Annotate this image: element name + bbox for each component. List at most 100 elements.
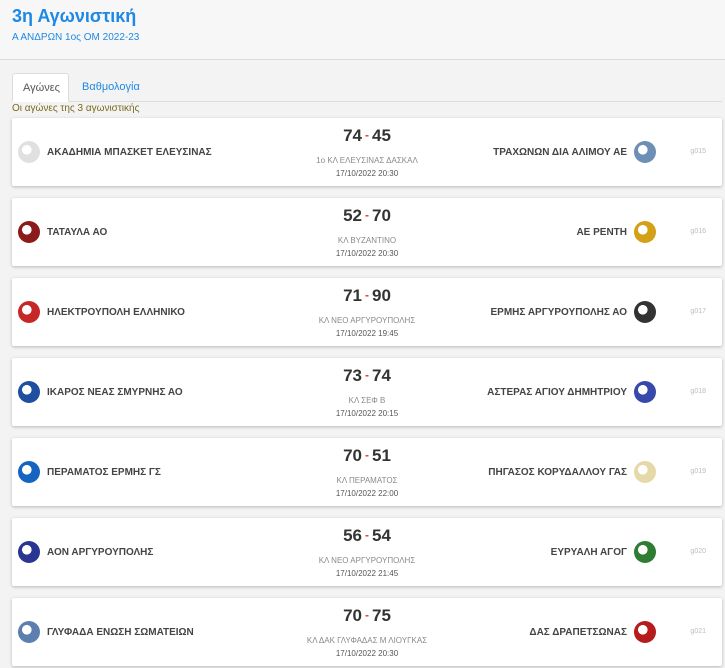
- match-datetime: 17/10/2022 19:45: [335, 329, 399, 338]
- home-score: 70: [343, 446, 362, 465]
- match-code: g020: [690, 548, 706, 555]
- away-team-logo-icon: [634, 381, 656, 403]
- home-team-logo-icon: [18, 381, 40, 403]
- home-team-name: ΑΚΑΔΗΜΙΑ ΜΠΑΣΚΕΤ ΕΛΕΥΣΙΝΑΣ: [47, 146, 212, 158]
- home-team-name: ΑΟΝ ΑΡΓΥΡΟΥΠΟΛΗΣ: [47, 546, 154, 558]
- match-datetime: 17/10/2022 20:30: [335, 169, 399, 178]
- away-team-name: ΑΕ ΡΕΝΤΗ: [576, 226, 627, 238]
- away-score: 70: [372, 206, 391, 225]
- away-team[interactable]: ΑΕ ΡΕΝΤΗ: [576, 198, 656, 266]
- match-card[interactable]: ΗΛΕΚΤΡΟΥΠΟΛΗ ΕΛΛΗΝΙΚΟ 71-90 ΚΛ ΝΕΟ ΑΡΓΥΡΟΥ…: [12, 278, 722, 346]
- away-team-name: ΕΥΡΥΑΛΗ ΑΓΟΓ: [550, 546, 627, 558]
- tab-matches[interactable]: Αγώνες: [12, 73, 69, 102]
- score-separator: -: [365, 608, 369, 622]
- away-team-logo-icon: [634, 221, 656, 243]
- home-score: 73: [343, 366, 362, 385]
- page-title: 3η Αγωνιστική: [12, 6, 137, 26]
- page-header: 3η Αγωνιστική Α ΑΝΔΡΩΝ 1ος ΟΜ 2022-23: [0, 0, 725, 60]
- match-datetime: 17/10/2022 21:45: [335, 569, 399, 578]
- match-venue: ΚΛ ΝΕΟ ΑΡΓΥΡΟΥΠΟΛΗΣ: [318, 316, 416, 325]
- match-card[interactable]: ΠΕΡΑΜΑΤΟΣ ΕΡΜΗΣ ΓΣ 70-51 ΚΛ ΠΕΡΑΜΑΤΟΣ 17/10…: [12, 438, 722, 506]
- match-score: 52-70: [267, 206, 467, 226]
- home-team-name: ΠΕΡΑΜΑΤΟΣ ΕΡΜΗΣ ΓΣ: [47, 466, 161, 478]
- match-card[interactable]: ΙΚΑΡΟΣ ΝΕΑΣ ΣΜΥΡΝΗΣ ΑΟ 73-74 ΚΛ ΣΕΦ Β 17/10…: [12, 358, 722, 426]
- match-code: g016: [690, 228, 706, 235]
- match-card[interactable]: ΓΛΥΦΑΔΑ ΕΝΩΣΗ ΣΩΜΑΤΕΙΩΝ 70-75 ΚΛ ΔΑΚ ΓΛΥΦΑ…: [12, 598, 722, 666]
- away-team-logo-icon: [634, 541, 656, 563]
- match-card[interactable]: ΑΚΑΔΗΜΙΑ ΜΠΑΣΚΕΤ ΕΛΕΥΣΙΝΑΣ 74-45 1ο ΚΛ ΕΛΕ…: [12, 118, 722, 186]
- home-score: 56: [343, 526, 362, 545]
- away-team-name: ΑΣΤΕΡΑΣ ΑΓΙΟΥ ΔΗΜΗΤΡΙΟΥ: [487, 386, 627, 398]
- away-team-logo-icon: [634, 301, 656, 323]
- away-team-logo-icon: [634, 621, 656, 643]
- match-datetime: 17/10/2022 20:30: [335, 249, 399, 258]
- home-team-logo-icon: [18, 141, 40, 163]
- away-score: 74: [372, 366, 391, 385]
- match-code: g015: [690, 148, 706, 155]
- home-team[interactable]: ΠΕΡΑΜΑΤΟΣ ΕΡΜΗΣ ΓΣ: [18, 438, 161, 506]
- away-team[interactable]: ΠΗΓΑΣΟΣ ΚΟΡΥΔΑΛΛΟΥ ΓΑΣ: [488, 438, 656, 506]
- match-score: 73-74: [267, 366, 467, 386]
- home-team-logo-icon: [18, 541, 40, 563]
- score-separator: -: [365, 448, 369, 462]
- match-code: g021: [690, 628, 706, 635]
- away-score: 90: [372, 286, 391, 305]
- tab-standings[interactable]: Βαθμολογία: [72, 73, 150, 102]
- match-datetime: 17/10/2022 20:30: [335, 649, 399, 658]
- match-code: g019: [690, 468, 706, 475]
- home-team-name: ΤΑΤΑΥΛΑ ΑΟ: [47, 226, 108, 238]
- section-note: Οι αγώνες της 3 αγωνιστικής: [12, 103, 140, 114]
- match-score: 71-90: [267, 286, 467, 306]
- away-team-name: ΕΡΜΗΣ ΑΡΓΥΡΟΥΠΟΛΗΣ ΑΟ: [490, 306, 627, 318]
- home-team[interactable]: ΓΛΥΦΑΔΑ ΕΝΩΣΗ ΣΩΜΑΤΕΙΩΝ: [18, 598, 194, 666]
- home-team-logo-icon: [18, 461, 40, 483]
- match-card[interactable]: ΑΟΝ ΑΡΓΥΡΟΥΠΟΛΗΣ 56-54 ΚΛ ΝΕΟ ΑΡΓΥΡΟΥΠΟΛΗΣ…: [12, 518, 722, 586]
- home-team-name: ΓΛΥΦΑΔΑ ΕΝΩΣΗ ΣΩΜΑΤΕΙΩΝ: [47, 626, 194, 638]
- away-score: 51: [372, 446, 391, 465]
- home-team-name: ΗΛΕΚΤΡΟΥΠΟΛΗ ΕΛΛΗΝΙΚΟ: [47, 306, 185, 318]
- match-venue: ΚΛ ΒΥΖΑΝΤΙΝΟ: [337, 236, 397, 245]
- home-team-logo-icon: [18, 221, 40, 243]
- league-subtitle: Α ΑΝΔΡΩΝ 1ος ΟΜ 2022-23: [12, 32, 140, 43]
- tab-bar: Αγώνες Βαθμολογία: [12, 73, 722, 102]
- score-separator: -: [365, 208, 369, 222]
- away-team[interactable]: ΤΡΑΧΩΝΩΝ ΔΙΑ ΑΛΙΜΟΥ ΑΕ: [493, 118, 656, 186]
- away-team-logo-icon: [634, 461, 656, 483]
- score-separator: -: [365, 368, 369, 382]
- away-team[interactable]: ΔΑΣ ΔΡΑΠΕΤΣΩΝΑΣ: [529, 598, 656, 666]
- match-code: g017: [690, 308, 706, 315]
- away-score: 54: [372, 526, 391, 545]
- match-score: 74-45: [267, 126, 467, 146]
- home-team-name: ΙΚΑΡΟΣ ΝΕΑΣ ΣΜΥΡΝΗΣ ΑΟ: [47, 386, 183, 398]
- match-datetime: 17/10/2022 20:15: [335, 409, 399, 418]
- home-team[interactable]: ΑΟΝ ΑΡΓΥΡΟΥΠΟΛΗΣ: [18, 518, 153, 586]
- home-team[interactable]: ΑΚΑΔΗΜΙΑ ΜΠΑΣΚΕΤ ΕΛΕΥΣΙΝΑΣ: [18, 118, 212, 186]
- home-team[interactable]: ΙΚΑΡΟΣ ΝΕΑΣ ΣΜΥΡΝΗΣ ΑΟ: [18, 358, 183, 426]
- home-team[interactable]: ΤΑΤΑΥΛΑ ΑΟ: [18, 198, 107, 266]
- home-score: 71: [343, 286, 362, 305]
- home-team-logo-icon: [18, 621, 40, 643]
- score-separator: -: [365, 528, 369, 542]
- away-score: 75: [372, 606, 391, 625]
- home-team-logo-icon: [18, 301, 40, 323]
- score-separator: -: [365, 288, 369, 302]
- match-score: 56-54: [267, 526, 467, 546]
- away-score: 45: [372, 126, 391, 145]
- away-team[interactable]: ΑΣΤΕΡΑΣ ΑΓΙΟΥ ΔΗΜΗΤΡΙΟΥ: [487, 358, 656, 426]
- away-team-name: ΤΡΑΧΩΝΩΝ ΔΙΑ ΑΛΙΜΟΥ ΑΕ: [493, 146, 627, 158]
- score-separator: -: [365, 128, 369, 142]
- match-venue: ΚΛ ΝΕΟ ΑΡΓΥΡΟΥΠΟΛΗΣ: [318, 556, 416, 565]
- match-code: g018: [690, 388, 706, 395]
- away-team[interactable]: ΕΡΜΗΣ ΑΡΓΥΡΟΥΠΟΛΗΣ ΑΟ: [491, 278, 656, 346]
- home-team[interactable]: ΗΛΕΚΤΡΟΥΠΟΛΗ ΕΛΛΗΝΙΚΟ: [18, 278, 185, 346]
- match-card[interactable]: ΤΑΤΑΥΛΑ ΑΟ 52-70 ΚΛ ΒΥΖΑΝΤΙΝΟ 17/10/2022 20…: [12, 198, 722, 266]
- away-team-name: ΔΑΣ ΔΡΑΠΕΤΣΩΝΑΣ: [529, 626, 627, 638]
- match-venue: 1ο ΚΛ ΕΛΕΥΣΙΝΑΣ ΔΑΣΚΑΛ: [316, 156, 418, 165]
- away-team[interactable]: ΕΥΡΥΑΛΗ ΑΓΟΓ: [551, 518, 656, 586]
- match-venue: ΚΛ ΣΕΦ Β: [348, 396, 386, 405]
- home-score: 70: [343, 606, 362, 625]
- away-team-logo-icon: [634, 141, 656, 163]
- match-datetime: 17/10/2022 22:00: [335, 489, 399, 498]
- match-venue: ΚΛ ΔΑΚ ΓΛΥΦΑΔΑΣ Μ ΛΙΟΥΓΚΑΣ: [306, 636, 428, 645]
- away-team-name: ΠΗΓΑΣΟΣ ΚΟΡΥΔΑΛΛΟΥ ΓΑΣ: [488, 466, 627, 478]
